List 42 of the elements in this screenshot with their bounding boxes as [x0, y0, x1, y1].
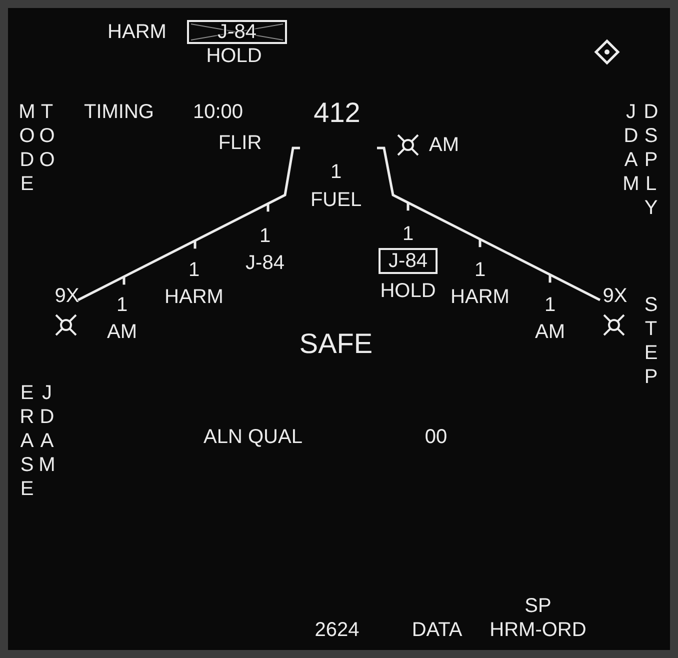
store-label: FLIR: [218, 133, 262, 153]
timing-value: 10:00: [192, 102, 244, 122]
timing-label: TIMING: [84, 102, 154, 122]
store-label[interactable]: J-84: [246, 253, 284, 273]
pushbutton-label[interactable]: DATA: [412, 620, 462, 640]
store-label: AM: [429, 135, 459, 155]
reticle-icon: [602, 313, 626, 337]
store-label[interactable]: AM: [107, 322, 137, 342]
station-count: 1: [116, 295, 128, 315]
caption-label: SP: [524, 596, 552, 616]
store-label: 9X: [54, 286, 80, 306]
master-arm-label: SAFE: [299, 330, 373, 358]
pushbutton-label[interactable]: JDAM: [621, 100, 641, 196]
station-count: 1: [544, 295, 556, 315]
store-label: FUEL: [310, 190, 362, 210]
alignment-value: 00: [424, 427, 448, 447]
reticle-icon: [54, 313, 78, 337]
pushbutton-label[interactable]: JDAM: [37, 381, 57, 477]
status-label: HOLD: [206, 46, 262, 66]
store-label[interactable]: J-84: [378, 248, 438, 274]
reticle-icon: [396, 133, 420, 157]
alignment-label: ALN QUAL: [204, 427, 302, 447]
pushbutton-label[interactable]: ERASE: [17, 381, 37, 501]
store-label[interactable]: HARM: [450, 287, 510, 307]
station-count: 1: [330, 162, 342, 182]
station-count: 1: [474, 260, 486, 280]
pushbutton-label[interactable]: STEP: [641, 293, 661, 389]
station-count: 1: [402, 224, 414, 244]
station-count: 1: [188, 260, 200, 280]
pushbutton-label[interactable]: TOO: [37, 100, 57, 172]
pushbutton-label[interactable]: HRM-ORD: [490, 620, 586, 640]
status-label: HOLD: [380, 281, 436, 301]
pushbutton-label[interactable]: DSPLY: [641, 100, 661, 220]
store-label[interactable]: AM: [535, 322, 565, 342]
store-label: 9X: [602, 286, 628, 306]
station-count: 1: [259, 226, 271, 246]
pushbutton-label[interactable]: 2624: [314, 620, 360, 640]
code-value: 412: [314, 99, 360, 127]
diamond-icon: [594, 39, 620, 65]
pushbutton-label[interactable]: MODE: [17, 100, 37, 196]
weapon-label: HARM: [108, 22, 166, 42]
store-label[interactable]: HARM: [164, 287, 224, 307]
